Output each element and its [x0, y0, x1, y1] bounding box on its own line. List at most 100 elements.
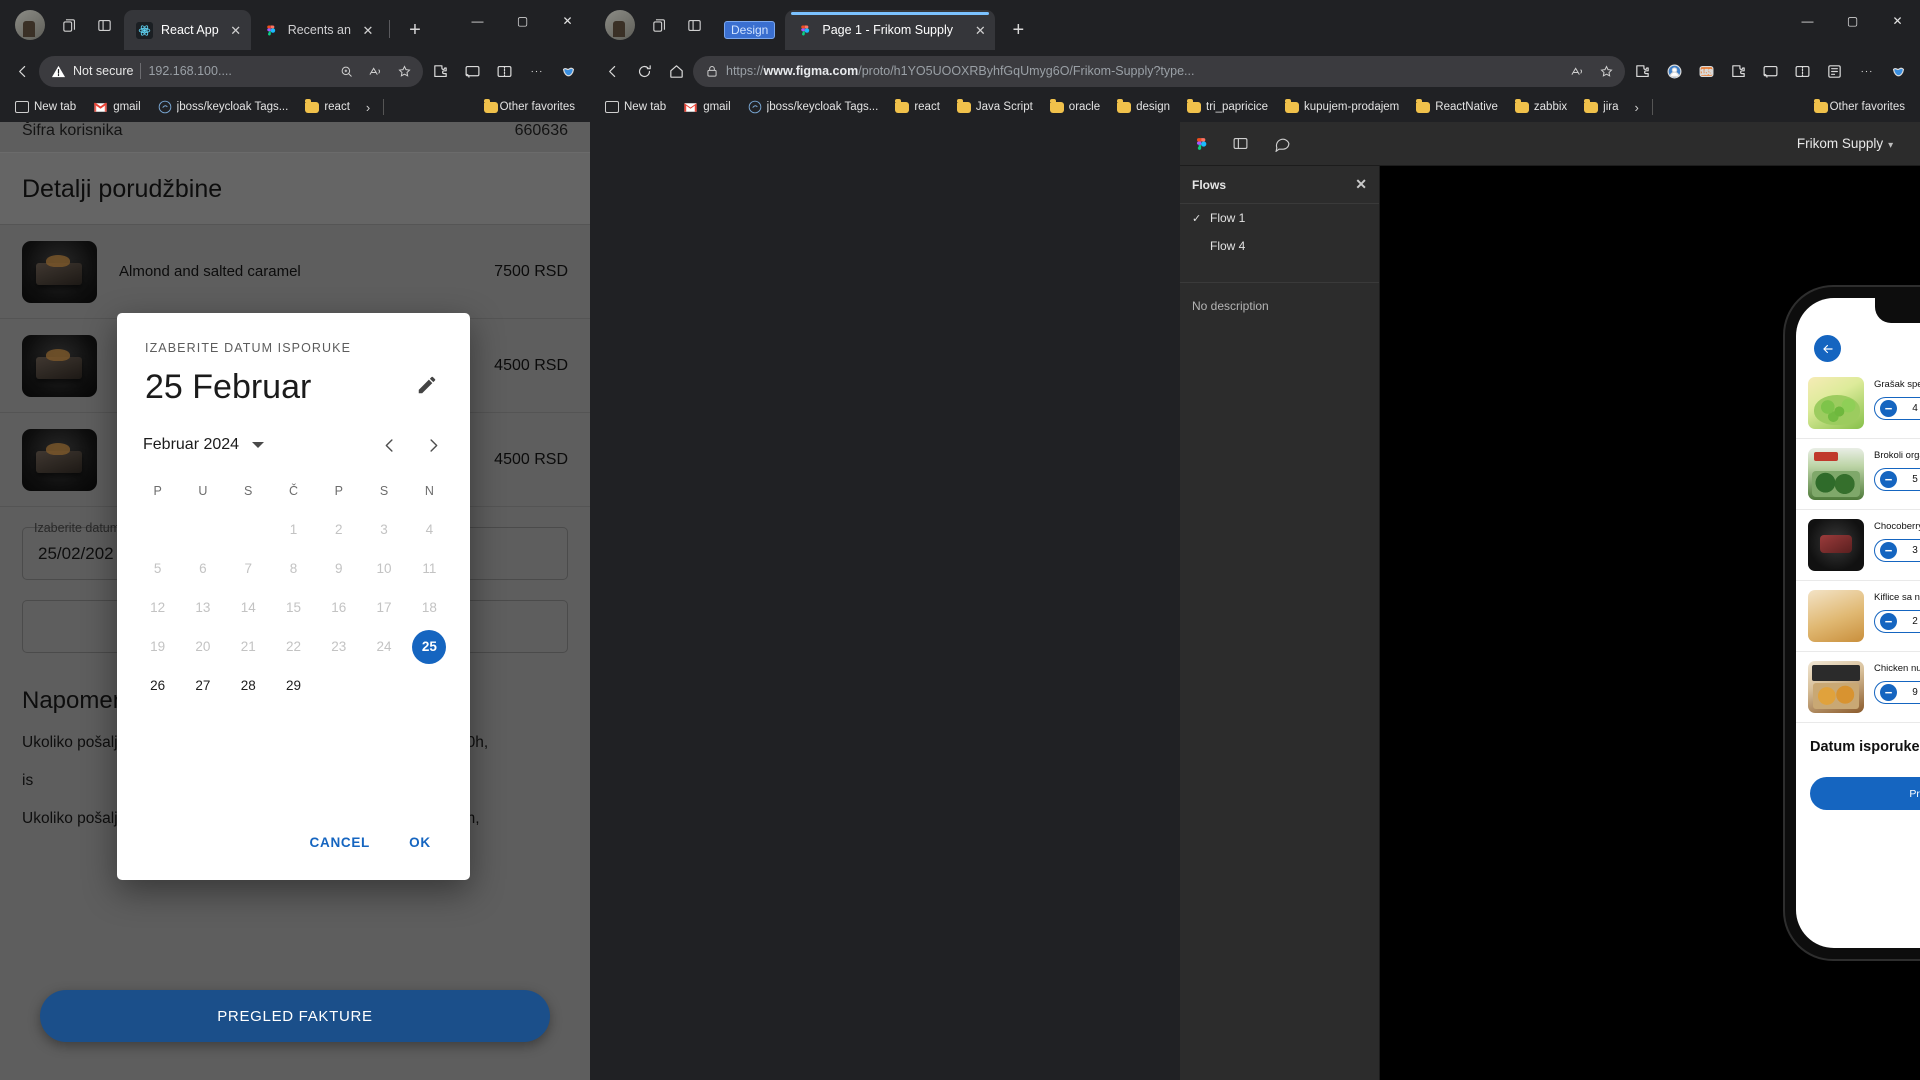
- decrement-button[interactable]: −: [1880, 684, 1897, 701]
- copilot-icon[interactable]: [1883, 56, 1913, 86]
- left-address-bar[interactable]: Not secure 192.168.100....: [39, 56, 423, 87]
- bookmark-other-favorites[interactable]: Other favorites: [1807, 98, 1912, 116]
- collections-icon[interactable]: [1819, 56, 1849, 86]
- tab-react-app[interactable]: React App ✕: [124, 10, 251, 50]
- decrement-button[interactable]: −: [1880, 471, 1897, 488]
- zoom-in-icon[interactable]: [335, 60, 357, 82]
- month-label[interactable]: Februar 2024: [143, 436, 239, 454]
- bookmark-reactnative[interactable]: ReactNative: [1409, 98, 1505, 116]
- figma-logo-icon[interactable]: [1192, 134, 1212, 154]
- calendar-day-26[interactable]: 26: [135, 666, 180, 705]
- bookmark-zabbix[interactable]: zabbix: [1508, 98, 1574, 116]
- product-image: [1808, 377, 1864, 429]
- bookmark-kupujem-prodajem[interactable]: kupujem-prodajem: [1278, 98, 1406, 116]
- favorite-star-icon[interactable]: [1595, 60, 1617, 82]
- bookmark-jboss[interactable]: jboss/keycloak Tags...: [151, 97, 296, 117]
- calendar-day-28[interactable]: 28: [226, 666, 271, 705]
- bookmark-react[interactable]: react: [888, 98, 947, 116]
- calendar-day-29[interactable]: 29: [271, 666, 316, 705]
- counter-badge-icon[interactable]: 153: [1691, 56, 1721, 86]
- decrement-button[interactable]: −: [1880, 613, 1897, 630]
- close-button[interactable]: ✕: [1875, 0, 1920, 42]
- calendar-day-5: 5: [135, 549, 180, 588]
- tab-page1-frikom-supply[interactable]: Page 1 - Frikom Supply ✕: [785, 10, 995, 50]
- refresh-icon[interactable]: [629, 56, 659, 86]
- new-tab-button[interactable]: +: [1003, 15, 1033, 45]
- bookmark-new-tab[interactable]: New tab: [598, 98, 673, 116]
- extensions-icon[interactable]: [1627, 56, 1657, 86]
- tab-close-icon[interactable]: ✕: [971, 21, 989, 39]
- bookmarks-overflow-icon[interactable]: ›: [1629, 100, 1645, 115]
- minimize-button[interactable]: —: [455, 0, 500, 42]
- comment-icon[interactable]: [1268, 130, 1296, 158]
- read-aloud-icon[interactable]: [364, 60, 386, 82]
- tab-collections-icon[interactable]: [644, 10, 674, 40]
- bookmark-oracle[interactable]: oracle: [1043, 98, 1107, 116]
- bookmarks-overflow-icon[interactable]: ›: [360, 100, 376, 115]
- figma-body: Flows ✕ ✓ Flow 1 Flow 4 No description: [1180, 166, 1920, 1080]
- decrement-button[interactable]: −: [1880, 542, 1897, 559]
- profile-extension-icon[interactable]: [1659, 56, 1689, 86]
- bookmark-design[interactable]: design: [1110, 98, 1177, 116]
- bookmark-tri-papricice[interactable]: tri_papricice: [1180, 98, 1275, 116]
- split-screen-icon[interactable]: [489, 56, 519, 86]
- split-pane-icon[interactable]: [679, 10, 709, 40]
- tab-close-icon[interactable]: ✕: [227, 21, 245, 39]
- home-icon[interactable]: [661, 56, 691, 86]
- back-icon[interactable]: [7, 56, 37, 86]
- bookmark-java-script[interactable]: Java Script: [950, 98, 1040, 116]
- split-pane-icon[interactable]: [89, 10, 119, 40]
- more-options-icon[interactable]: [1851, 56, 1881, 86]
- maximize-button[interactable]: ▢: [1830, 0, 1875, 42]
- close-icon[interactable]: ✕: [1355, 176, 1367, 193]
- bookmark-other-favorites[interactable]: Other favorites: [477, 98, 582, 116]
- puzzle-icon[interactable]: [1723, 56, 1753, 86]
- cart-row: Chicken nuggets−9+4,500.00 RSD: [1796, 652, 1920, 723]
- bookmark-jira[interactable]: jira: [1577, 98, 1625, 116]
- extensions-icon[interactable]: [425, 56, 455, 86]
- minimize-button[interactable]: —: [1785, 0, 1830, 42]
- flow-item-flow-1[interactable]: ✓ Flow 1: [1180, 204, 1379, 232]
- ok-button[interactable]: OK: [388, 824, 452, 860]
- new-tab-button[interactable]: +: [400, 15, 430, 45]
- invoice-preview-button[interactable]: Pregled fakture: [1810, 777, 1920, 810]
- calendar-weekday-row: P U S Č P S N: [135, 472, 452, 510]
- calendar-day-13: 13: [180, 588, 225, 627]
- decrement-button[interactable]: −: [1880, 400, 1897, 417]
- back-button[interactable]: [1814, 335, 1841, 362]
- more-options-icon[interactable]: [521, 56, 551, 86]
- tab-collections-icon[interactable]: [54, 10, 84, 40]
- split-screen-icon[interactable]: [1787, 56, 1817, 86]
- chevron-right-icon[interactable]: [416, 428, 450, 462]
- favorite-star-icon[interactable]: [393, 60, 415, 82]
- right-address-bar[interactable]: https://www.figma.com/proto/h1YO5UOOXRBy…: [693, 56, 1625, 87]
- bookmark-jboss[interactable]: jboss/keycloak Tags...: [741, 97, 886, 117]
- bookmark-gmail[interactable]: gmail: [86, 98, 147, 116]
- cast-icon[interactable]: [457, 56, 487, 86]
- profile-avatar[interactable]: [15, 10, 45, 40]
- back-icon[interactable]: [597, 56, 627, 86]
- calendar-day-27[interactable]: 27: [180, 666, 225, 705]
- cancel-button[interactable]: CANCEL: [298, 824, 382, 860]
- tab-recents[interactable]: Recents an ✕: [251, 10, 383, 50]
- profile-avatar[interactable]: [605, 10, 635, 40]
- bookmark-new-tab[interactable]: New tab: [8, 98, 83, 116]
- tab-close-icon[interactable]: ✕: [359, 21, 377, 39]
- tab-design[interactable]: Design: [714, 10, 785, 50]
- chevron-down-icon[interactable]: [252, 442, 264, 448]
- cast-icon[interactable]: [1755, 56, 1785, 86]
- flow-item-flow-4[interactable]: Flow 4: [1180, 232, 1379, 260]
- bookmark-gmail[interactable]: gmail: [676, 98, 737, 116]
- calendar-day-25[interactable]: 25: [407, 627, 452, 666]
- close-button[interactable]: ✕: [545, 0, 590, 42]
- figma-icon: [797, 22, 814, 39]
- pencil-icon[interactable]: [416, 374, 442, 400]
- bookmark-react-folder[interactable]: react: [298, 98, 357, 116]
- read-aloud-icon[interactable]: [1566, 60, 1588, 82]
- prototype-canvas[interactable]: Grašak specijal 1kg−4+2,200.00 RSDBrokol…: [1380, 166, 1920, 1080]
- maximize-button[interactable]: ▢: [500, 0, 545, 42]
- panel-toggle-icon[interactable]: [1226, 130, 1254, 158]
- copilot-icon[interactable]: [553, 56, 583, 86]
- invoice-preview-fab[interactable]: PREGLED FAKTURE: [40, 990, 550, 1042]
- chevron-left-icon[interactable]: [372, 428, 406, 462]
